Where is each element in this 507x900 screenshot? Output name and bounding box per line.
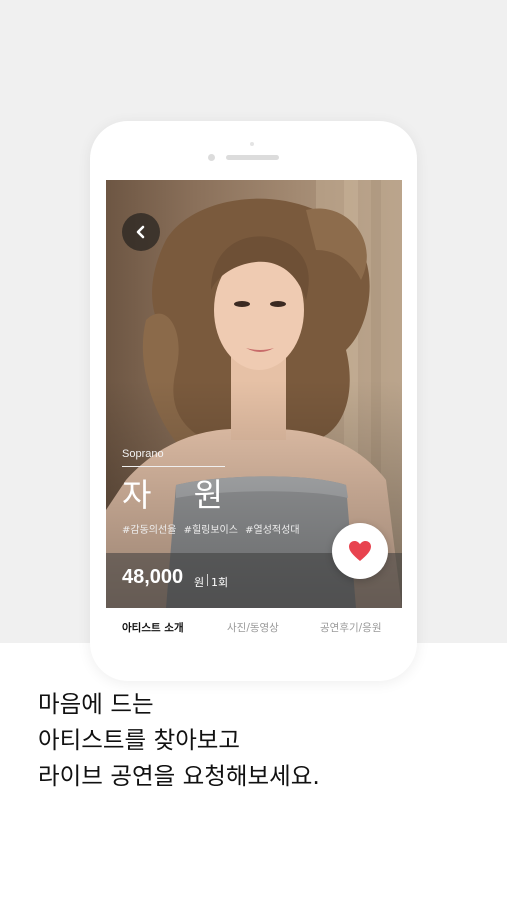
tag[interactable]: #힐링보이스 <box>184 525 238 536</box>
price-unit: 원 <box>194 576 205 589</box>
price-value: 48,000 <box>122 566 184 588</box>
tag[interactable]: #열성적성대 <box>245 525 299 536</box>
artist-tags: #감동의선율 #힐링보이스 #열성적성대 <box>122 521 304 536</box>
headline-line: 아티스트를 찾아보고 <box>38 726 241 754</box>
tag[interactable]: #감동의선율 <box>122 525 176 536</box>
headline-line: 라이브 공연을 요청해보세요. <box>38 762 320 790</box>
tab-artist-intro[interactable]: 아티스트 소개 <box>122 620 184 635</box>
heart-icon <box>349 541 371 561</box>
tab-reviews[interactable]: 공연후기/응원 <box>320 620 382 635</box>
artist-detail-screen: Soprano 자 원 #감동의선율 #힐링보이스 #열성적성대 48,000 … <box>106 180 402 643</box>
back-button[interactable] <box>122 213 160 251</box>
like-button[interactable] <box>332 523 388 579</box>
phone-sensor <box>250 142 254 146</box>
tab-photo-video[interactable]: 사진/동영상 <box>227 620 279 635</box>
artist-name: 자 원 <box>122 476 240 514</box>
performance-count: 1회 <box>211 576 229 589</box>
phone-camera <box>208 154 215 161</box>
headline-line: 마음에 드는 <box>38 690 154 718</box>
phone-speaker <box>226 155 279 160</box>
price-divider <box>207 574 208 586</box>
headline: 마음에 드는 아티스트를 찾아보고 라이브 공연을 요청해보세요. <box>38 686 468 794</box>
name-underline <box>122 466 225 467</box>
artist-tabs: 아티스트 소개 사진/동영상 공연후기/응원 <box>106 608 402 643</box>
artist-role: Soprano <box>122 448 164 460</box>
chevron-left-icon <box>136 225 145 239</box>
